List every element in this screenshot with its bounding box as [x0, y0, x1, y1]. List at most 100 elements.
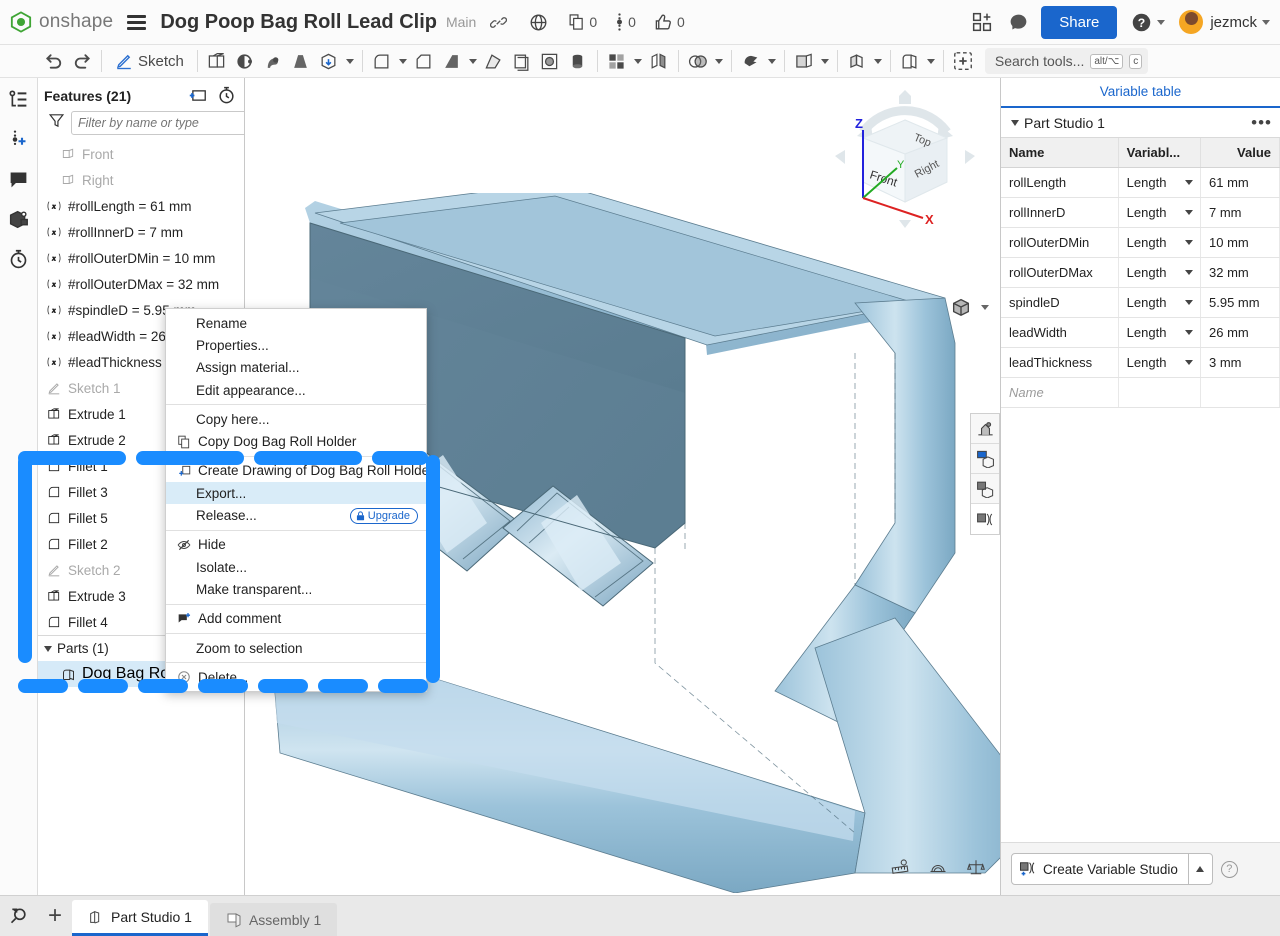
feature-tree-item[interactable]: x #rollLength = 61 mm: [38, 193, 244, 219]
sketch-button[interactable]: Sketch: [107, 47, 192, 75]
variable-name-cell[interactable]: rollOuterDMax: [1001, 257, 1119, 288]
revolve-icon[interactable]: [231, 47, 259, 75]
variable-table-row[interactable]: rollLength Length 61 mm: [1001, 167, 1280, 198]
extrude-icon[interactable]: [203, 47, 231, 75]
measure-icon[interactable]: [890, 858, 910, 881]
hole-icon[interactable]: [536, 47, 564, 75]
main-menu-button[interactable]: [127, 14, 147, 30]
variable-table-row[interactable]: leadWidth Length 26 mm: [1001, 317, 1280, 348]
document-tab[interactable]: Assembly 1: [209, 903, 338, 936]
feature-list-icon[interactable]: [6, 86, 32, 112]
create-variable-studio-button[interactable]: Create Variable Studio: [1011, 853, 1213, 885]
loft-icon[interactable]: [287, 47, 315, 75]
feature-tree-item[interactable]: x #rollOuterDMax = 32 mm: [38, 271, 244, 297]
context-menu-item[interactable]: Hide: [166, 534, 426, 556]
draft-icon[interactable]: [480, 47, 508, 75]
feature-tree-item[interactable]: Front: [38, 141, 244, 167]
variable-studio-header[interactable]: Part Studio 1 •••: [1001, 108, 1280, 138]
rib-icon[interactable]: [438, 47, 466, 75]
mirror-icon[interactable]: [645, 47, 673, 75]
sheet-metal-chevron-down-icon[interactable]: [871, 49, 885, 73]
add-tab-button[interactable]: +: [38, 895, 72, 936]
help-chevron-down-icon[interactable]: [1157, 19, 1166, 25]
variable-table-tab[interactable]: Variable table: [1001, 78, 1280, 108]
variable-name-cell[interactable]: rollLength: [1001, 167, 1119, 198]
render-studio-icon[interactable]: [971, 414, 999, 444]
context-menu-item[interactable]: Assign material...: [166, 357, 426, 379]
variable-table-row[interactable]: rollOuterDMin Length 10 mm: [1001, 227, 1280, 258]
rib-chevron-down-icon[interactable]: [466, 49, 480, 73]
variable-type-select[interactable]: Length: [1118, 257, 1202, 288]
feature-tree-item[interactable]: x #rollOuterDMin = 10 mm: [38, 245, 244, 271]
feature-tree-item[interactable]: Right: [38, 167, 244, 193]
part-studio-table-icon[interactable]: [971, 474, 999, 504]
transform-icon[interactable]: [790, 47, 818, 75]
boolean-chevron-down-icon[interactable]: [712, 49, 726, 73]
add-variable-icon[interactable]: [6, 126, 32, 152]
document-tab[interactable]: Part Studio 1: [72, 900, 208, 936]
link-icon[interactable]: [490, 14, 508, 31]
variable-value-cell[interactable]: 10 mm: [1200, 227, 1280, 258]
variable-value-cell[interactable]: 26 mm: [1200, 317, 1280, 348]
variable-table-row[interactable]: spindleD Length 5.95 mm: [1001, 287, 1280, 318]
pattern-chevron-down-icon[interactable]: [631, 49, 645, 73]
display-style-button[interactable]: [950, 296, 989, 318]
context-menu-item[interactable]: Properties...: [166, 334, 426, 356]
variable-type-select[interactable]: Length: [1118, 167, 1202, 198]
context-menu-item[interactable]: Isolate...: [166, 556, 426, 578]
thicken-chevron-down-icon[interactable]: [343, 49, 357, 73]
new-variable-name-input[interactable]: Name: [1001, 377, 1119, 408]
variable-type-select[interactable]: Length: [1118, 197, 1202, 228]
context-menu-item[interactable]: Zoom to selection: [166, 637, 426, 659]
variable-type-select[interactable]: Length: [1118, 317, 1202, 348]
variable-table-toggle-icon[interactable]: [971, 444, 999, 474]
variable-value-cell[interactable]: 5.95 mm: [1200, 287, 1280, 318]
history-icon[interactable]: [6, 246, 32, 272]
display-style-chevron-down-icon[interactable]: [981, 304, 989, 310]
rollback-timer-icon[interactable]: [217, 86, 236, 105]
variable-value-cell[interactable]: 7 mm: [1200, 197, 1280, 228]
context-menu-item[interactable]: Rename: [166, 312, 426, 334]
shell-icon[interactable]: [508, 47, 536, 75]
variable-name-cell[interactable]: spindleD: [1001, 287, 1119, 318]
variable-table-row[interactable]: rollInnerD Length 7 mm: [1001, 197, 1280, 228]
chamfer-icon[interactable]: [410, 47, 438, 75]
context-menu-item[interactable]: Add comment: [166, 608, 426, 630]
panel-help-icon[interactable]: ?: [1220, 860, 1238, 878]
thread-icon[interactable]: [564, 47, 592, 75]
variable-type-select[interactable]: Length: [1118, 287, 1202, 318]
help-icon[interactable]: ?: [1131, 12, 1166, 33]
new-variable-value-cell[interactable]: [1200, 377, 1280, 408]
filter-input[interactable]: [71, 111, 244, 135]
variable-value-cell[interactable]: 61 mm: [1200, 167, 1280, 198]
bend-chevron-down-icon[interactable]: [924, 49, 938, 73]
fillet-icon[interactable]: [368, 47, 396, 75]
variable-studio-icon[interactable]: [971, 504, 999, 534]
avatar[interactable]: [1179, 10, 1204, 34]
redo-icon[interactable]: [68, 47, 96, 75]
upgrade-badge[interactable]: Upgrade: [349, 507, 418, 524]
thicken-icon[interactable]: [315, 47, 343, 75]
variable-table-row[interactable]: rollOuterDMax Length 32 mm: [1001, 257, 1280, 288]
angle-measure-icon[interactable]: [928, 858, 948, 881]
add-folder-icon[interactable]: [188, 87, 207, 104]
part-properties-icon[interactable]: [6, 206, 32, 232]
add-custom-feature-icon[interactable]: [949, 47, 977, 75]
split-icon[interactable]: [737, 47, 765, 75]
context-menu-item[interactable]: Copy Dog Bag Roll Holder: [166, 430, 426, 452]
sweep-icon[interactable]: [259, 47, 287, 75]
variable-name-cell[interactable]: rollOuterDMin: [1001, 227, 1119, 258]
variable-type-select[interactable]: Length: [1118, 227, 1202, 258]
boolean-icon[interactable]: [684, 47, 712, 75]
context-menu-item[interactable]: Export...: [166, 482, 426, 505]
part-context-menu[interactable]: Rename Properties... Assign material... Edi…: [165, 308, 434, 693]
context-menu-item[interactable]: Make transparent...: [166, 578, 426, 600]
new-variable-type-cell[interactable]: [1118, 377, 1202, 408]
variable-table-new-row[interactable]: Name: [1001, 377, 1280, 408]
account-chevron-down-icon[interactable]: [1262, 19, 1270, 25]
studio-overflow-menu-icon[interactable]: •••: [1251, 114, 1272, 131]
sheet-metal-icon[interactable]: [843, 47, 871, 75]
onshape-logo[interactable]: onshape: [10, 11, 113, 33]
likes-count-button[interactable]: 0: [654, 13, 685, 32]
fillet-chevron-down-icon[interactable]: [396, 49, 410, 73]
